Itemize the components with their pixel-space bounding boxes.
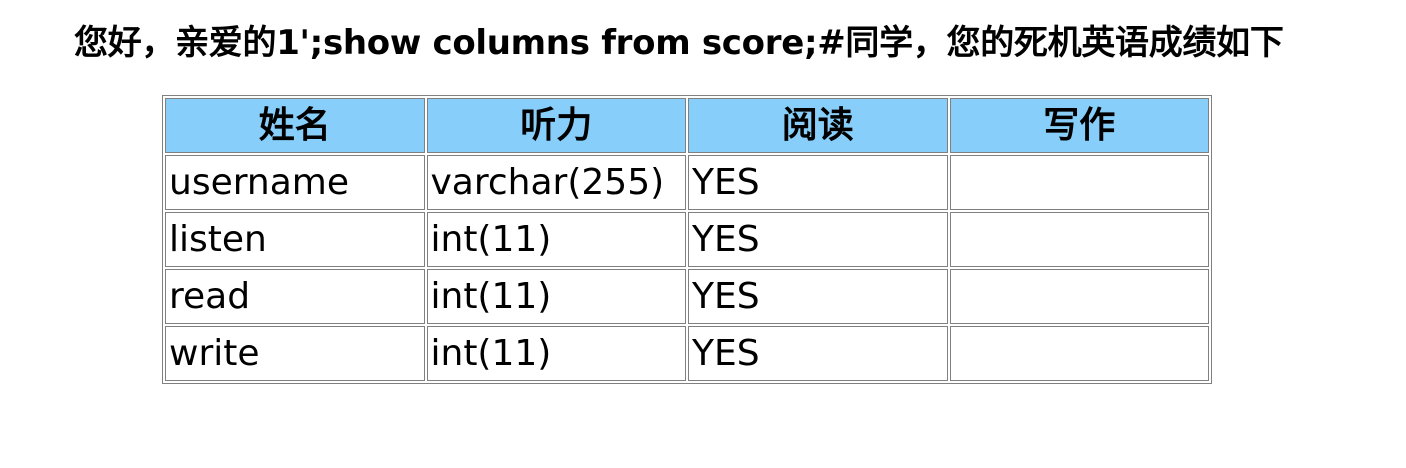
table-row: listen int(11) YES xyxy=(165,212,1209,267)
column-header-writing: 写作 xyxy=(949,98,1209,153)
table-cell: int(11) xyxy=(426,269,686,324)
table-cell: varchar(255) xyxy=(426,155,686,210)
table-row: read int(11) YES xyxy=(165,269,1209,324)
table-cell: listen xyxy=(165,212,425,267)
table-cell: YES xyxy=(688,269,948,324)
table-cell xyxy=(949,155,1209,210)
column-header-listening: 听力 xyxy=(426,98,686,153)
column-header-name: 姓名 xyxy=(165,98,425,153)
table-cell: YES xyxy=(688,326,948,381)
score-table: 姓名 听力 阅读 写作 username varchar(255) YES li… xyxy=(162,95,1212,384)
table-cell xyxy=(949,326,1209,381)
table-cell: username xyxy=(165,155,425,210)
table-cell xyxy=(949,269,1209,324)
table-cell: YES xyxy=(688,155,948,210)
greeting-heading: 您好，亲爱的1';show columns from score;#同学，您的死… xyxy=(74,23,1284,63)
table-cell: write xyxy=(165,326,425,381)
table-cell: read xyxy=(165,269,425,324)
table-row: write int(11) YES xyxy=(165,326,1209,381)
table-cell: int(11) xyxy=(426,212,686,267)
table-cell: int(11) xyxy=(426,326,686,381)
table-header-row: 姓名 听力 阅读 写作 xyxy=(165,98,1209,153)
table-row: username varchar(255) YES xyxy=(165,155,1209,210)
table-cell xyxy=(949,212,1209,267)
table-cell: YES xyxy=(688,212,948,267)
column-header-reading: 阅读 xyxy=(688,98,948,153)
